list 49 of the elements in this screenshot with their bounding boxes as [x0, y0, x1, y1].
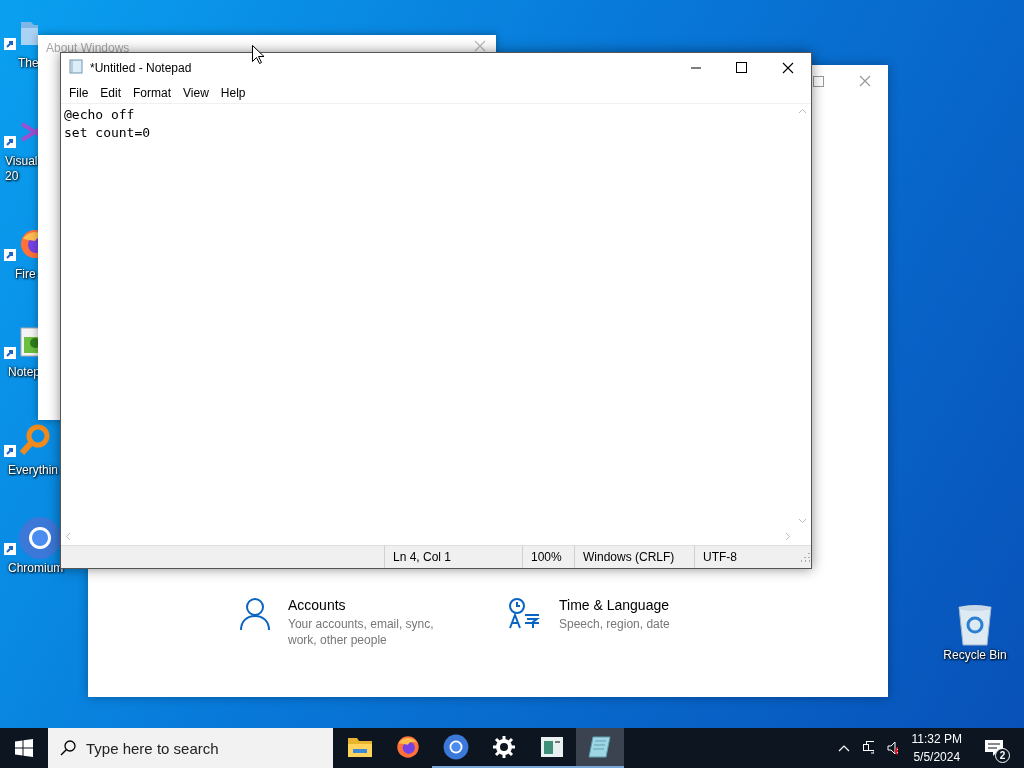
close-icon — [859, 75, 871, 87]
windows-logo-icon — [15, 739, 33, 757]
window-title: About Windows — [46, 41, 130, 55]
network-icon — [861, 740, 874, 756]
status-bar-field: 100% — [522, 546, 574, 568]
search-field[interactable]: Type here to search — [48, 728, 333, 768]
recycle-bin-icon[interactable] — [955, 603, 995, 647]
menu-item[interactable]: File — [63, 84, 95, 102]
shortcut-arrow-icon — [4, 38, 16, 50]
settings-icon — [493, 736, 515, 758]
menu-item[interactable]: Format — [127, 84, 178, 102]
window-title: *Untitled - Notepad — [90, 61, 192, 75]
shortcut-arrow-icon — [4, 249, 16, 261]
person-icon — [240, 597, 270, 631]
category-description: Your accounts, email, sync, work, other people — [288, 616, 435, 648]
notification-button[interactable]: 2 — [970, 728, 1018, 768]
menu-item[interactable]: View — [177, 84, 215, 102]
status-bar-field: Ln 4, Col 1 — [384, 546, 522, 568]
notepad-icon — [69, 59, 84, 74]
category-title[interactable]: Time & Language — [559, 597, 729, 613]
volume-muted-icon — [885, 740, 898, 756]
shortcut-arrow-icon — [4, 445, 16, 457]
app-window-icon — [540, 736, 564, 758]
folder-icon — [347, 736, 373, 758]
category-title[interactable]: Accounts — [288, 597, 458, 613]
menu-item[interactable]: Edit — [94, 84, 128, 102]
language-icon — [507, 597, 541, 629]
desktop-icon-label[interactable]: Chromium — [8, 561, 64, 576]
close-icon — [782, 62, 794, 74]
desktop-icon-label[interactable]: Recycle Bin — [943, 648, 1007, 663]
maximize-icon — [812, 75, 824, 87]
text-editor[interactable]: @echo off set count=0 — [61, 104, 794, 528]
category-description: Speech, region, date — [559, 616, 671, 632]
search-icon — [60, 740, 76, 756]
taskbar-notepad-button[interactable] — [576, 728, 624, 768]
fox-globe-icon — [395, 734, 421, 760]
menu-item[interactable]: Help — [214, 84, 252, 102]
notepad-icon — [587, 735, 613, 759]
chromium-icon[interactable] — [18, 516, 60, 560]
status-bar-field: UTF-8 — [694, 546, 797, 568]
status-bar-field: Windows (CRLF) — [574, 546, 694, 568]
shortcut-arrow-icon — [4, 347, 16, 359]
shortcut-arrow-icon — [4, 543, 16, 555]
close-icon — [474, 40, 486, 52]
shortcut-arrow-icon — [4, 136, 16, 148]
clock[interactable]: 11:32 PM 5/5/2024 — [903, 732, 970, 764]
maximize-icon — [736, 62, 748, 74]
chromium-icon — [443, 734, 469, 760]
chevron-up-icon — [837, 744, 850, 752]
